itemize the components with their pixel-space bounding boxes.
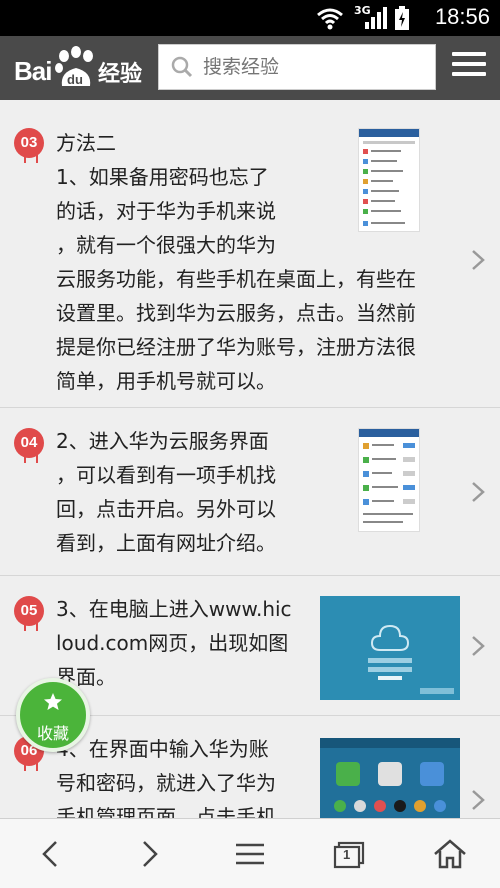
step-image[interactable] <box>320 738 460 818</box>
logo-jingyan: 经验 <box>98 62 143 87</box>
favorite-button[interactable]: 收藏 <box>16 678 90 752</box>
chevron-right-icon[interactable] <box>470 634 486 658</box>
logo-bai: Bai <box>14 56 52 86</box>
step-text: 3、在电脑上进入www.hic loud.com网页，出现如图 界面。 <box>56 597 292 689</box>
star-icon <box>44 693 62 710</box>
search-box[interactable] <box>158 44 436 90</box>
home-icon[interactable] <box>430 837 470 871</box>
status-bar: 3G 18:56 <box>0 0 500 36</box>
paw-logo-icon: du <box>54 46 98 94</box>
bottom-nav: 1 <box>0 818 500 888</box>
signal-icon <box>365 7 387 29</box>
chevron-right-icon[interactable] <box>470 788 486 812</box>
step-number-badge: 04 <box>14 428 44 463</box>
step-text: 2、进入华为云服务界面 ，可以看到有一项手机找 回，点击开启。另外可以 看到，上… <box>56 429 276 555</box>
menu-lines-icon[interactable] <box>230 837 270 871</box>
forward-icon[interactable] <box>130 837 170 871</box>
step-item[interactable]: 04 2、进入华为云服务界面 ，可以看到有一项手机找 回，点击开启。另外可以 看… <box>0 408 500 576</box>
clock: 18:56 <box>434 4 490 29</box>
search-icon <box>171 56 193 78</box>
tabs-count: 1 <box>343 847 351 862</box>
chevron-right-icon[interactable] <box>470 480 486 504</box>
step-image[interactable] <box>358 128 420 232</box>
step-number-badge: 05 <box>14 596 44 631</box>
chevron-right-icon[interactable] <box>470 248 486 272</box>
back-icon[interactable] <box>32 837 72 871</box>
search-input[interactable] <box>203 51 423 83</box>
step-image[interactable] <box>358 428 420 532</box>
battery-icon <box>395 6 409 30</box>
step-number-badge: 03 <box>14 128 44 163</box>
step-image[interactable] <box>320 596 460 700</box>
baidu-jingyan-logo[interactable]: Bai du 经验 <box>14 44 144 92</box>
menu-icon[interactable] <box>452 52 486 82</box>
wifi-icon <box>317 8 343 30</box>
step-text: 方法二 1、如果备用密码也忘了 的话，对于华为手机来说 ，就有一个很强大的华为 … <box>56 131 416 393</box>
svg-text:du: du <box>67 72 83 87</box>
app-header: Bai du 经验 <box>0 36 500 100</box>
step-text: 4、在界面中输入华为账 号和密码，就进入了华为 手机管理页面，点击手机 <box>56 737 276 818</box>
tabs-icon[interactable]: 1 <box>330 837 370 871</box>
step-item[interactable]: 03 方法二 1、如果备用密码也忘了 的话，对于华为手机来说 ，就有一个很强大的… <box>0 108 500 408</box>
favorite-label: 收藏 <box>36 724 69 743</box>
